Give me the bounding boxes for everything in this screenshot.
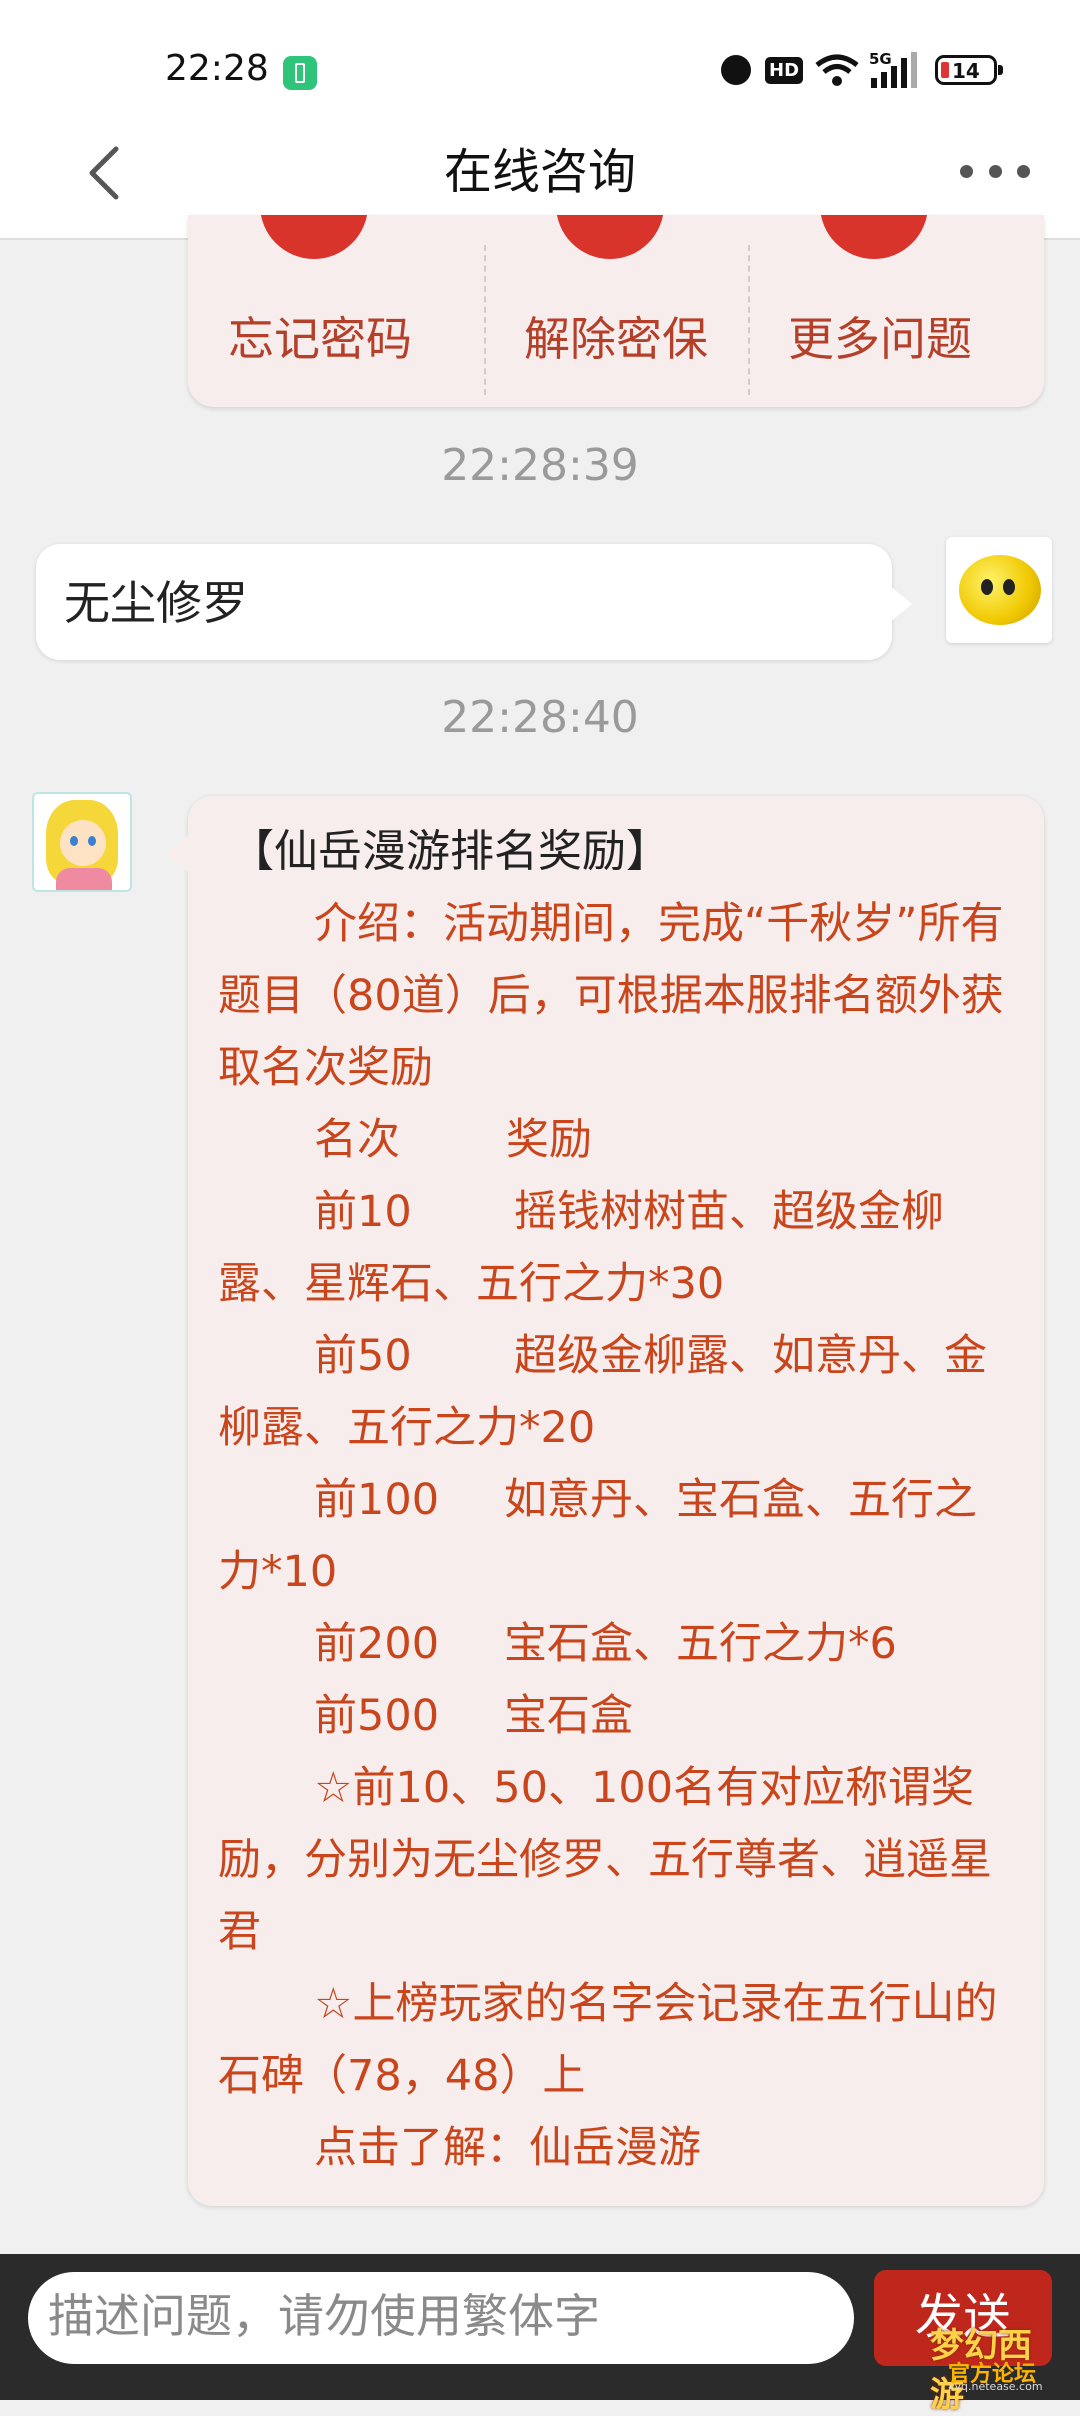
intro-text: 介绍：活动期间，完成“千秋岁”所有题目（80道）后，可根据本服排名额外获取名次奖… [218, 899, 1004, 1093]
learn-more-label: 点击了解： [314, 2123, 529, 2173]
reward-cell: 宝石盒、五行之力*6 [504, 1619, 897, 1669]
lock-icon [260, 215, 368, 259]
rank-cell: 前200 [314, 1619, 440, 1669]
rank-header: 名次 [314, 1115, 400, 1165]
more-menu-button[interactable] [960, 165, 1030, 181]
quick-action-forgot-password[interactable]: 忘记密码 [188, 215, 452, 407]
quick-action-label: 忘记密码 [228, 312, 412, 366]
quick-action-label: 更多问题 [788, 312, 972, 366]
user-message-text: 无尘修罗 [64, 576, 248, 630]
signal-icon: 5G [868, 50, 920, 90]
wifi-icon [812, 50, 862, 90]
quick-action-more-questions[interactable]: 更多问题 [748, 215, 1012, 407]
message-body: 介绍：活动期间，完成“千秋岁”所有题目（80道）后，可根据本服排名额外获取名次奖… [218, 888, 1008, 2184]
battery-icon: 14 [935, 55, 1003, 85]
user-avatar[interactable] [946, 537, 1052, 643]
reward-row: 前200 宝石盒、五行之力*6 [218, 1608, 1008, 1680]
more-icon [820, 215, 928, 259]
battery-level: 14 [952, 59, 980, 83]
hd-icon: HD [765, 50, 804, 90]
learn-more-line: 点击了解：仙岳漫游 [218, 2112, 1008, 2184]
rank-cell: 前50 [314, 1331, 412, 1381]
quick-actions-card: 忘记密码 解除密保 更多问题 [188, 215, 1044, 407]
reward-cell: 宝石盒 [504, 1691, 633, 1741]
rank-cell: 前100 [314, 1475, 440, 1525]
message-timestamp: 22:28:40 [441, 692, 639, 743]
alarm-icon [716, 50, 756, 90]
watermark-url: xyq.netease.com [948, 2380, 1043, 2393]
input-placeholder: 描述问题，请勿使用繁体字 [48, 2289, 600, 2343]
learn-more-link[interactable]: 仙岳漫游 [529, 2123, 701, 2173]
battery-app-icon [283, 56, 317, 90]
reward-row: 前500 宝石盒 [218, 1680, 1008, 1752]
message-title: 【仙岳漫游排名奖励】 [230, 826, 670, 877]
reward-header: 奖励 [506, 1115, 592, 1165]
status-time: 22:28 [165, 48, 269, 89]
quick-action-unbind-security[interactable]: 解除密保 [484, 215, 748, 407]
reward-row: 前50 超级金柳露、如意丹、金柳露、五行之力*20 [218, 1320, 1008, 1464]
message-timestamp: 22:28:39 [441, 440, 639, 491]
network-label: 5G [869, 50, 892, 68]
page-title: 在线咨询 [443, 144, 636, 200]
rank-cell: 前10 [314, 1187, 412, 1237]
title-reward-note: ☆前10、50、100名有对应称谓奖励，分别为无尘修罗、五行尊者、逍遥星君 [218, 1763, 992, 1957]
table-header: 名次 奖励 [218, 1104, 1008, 1176]
reward-row: 前10 摇钱树树苗、超级金柳露、星辉石、五行之力*30 [218, 1176, 1008, 1320]
hd-label: HD [765, 56, 804, 84]
stele-note: ☆上榜玩家的名字会记录在五行山的石碑（78，48）上 [218, 1979, 998, 2101]
agent-avatar[interactable] [32, 792, 132, 892]
quick-action-label: 解除密保 [524, 312, 708, 366]
reward-row: 前100 如意丹、宝石盒、五行之力*10 [218, 1464, 1008, 1608]
shield-icon [556, 215, 664, 259]
rank-cell: 前500 [314, 1691, 440, 1741]
forum-watermark: 梦幻西游 官方论坛 xyq.netease.com [930, 2318, 1060, 2415]
